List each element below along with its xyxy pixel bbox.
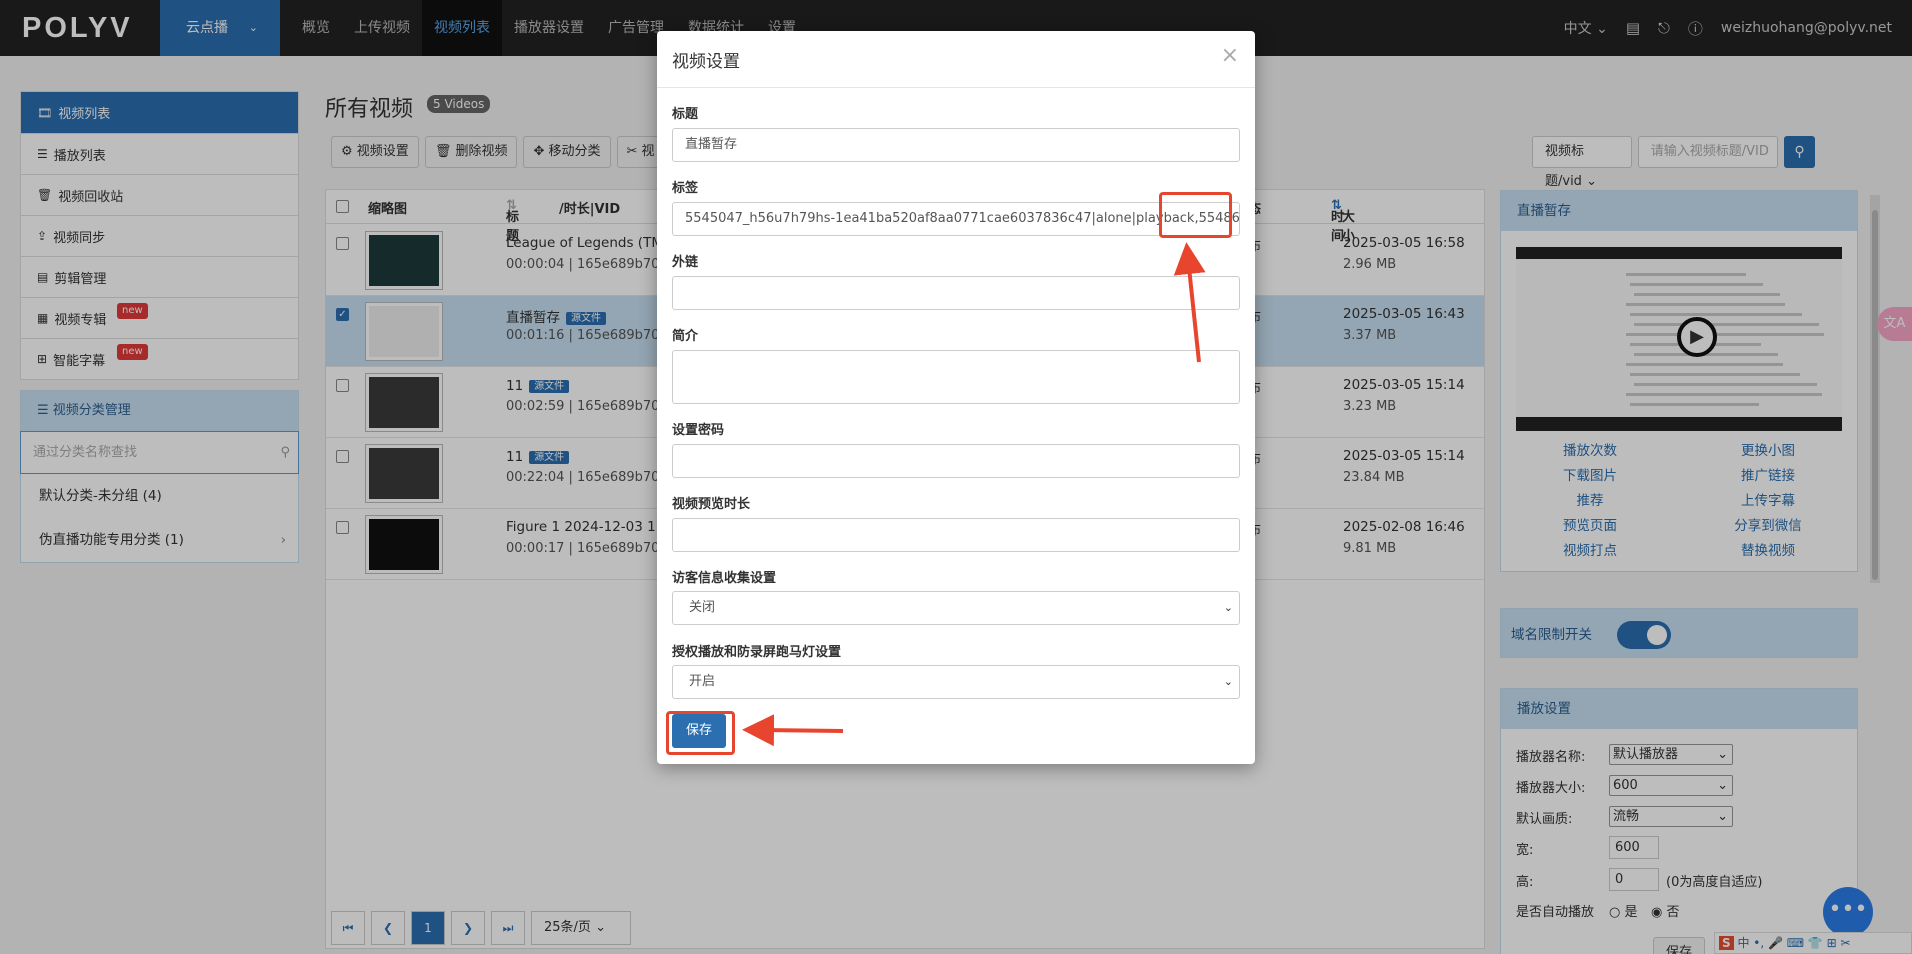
arrow-to-save bbox=[742, 714, 844, 747]
arrow-to-tag bbox=[1173, 242, 1206, 363]
annotation-arrows bbox=[742, 242, 1206, 747]
